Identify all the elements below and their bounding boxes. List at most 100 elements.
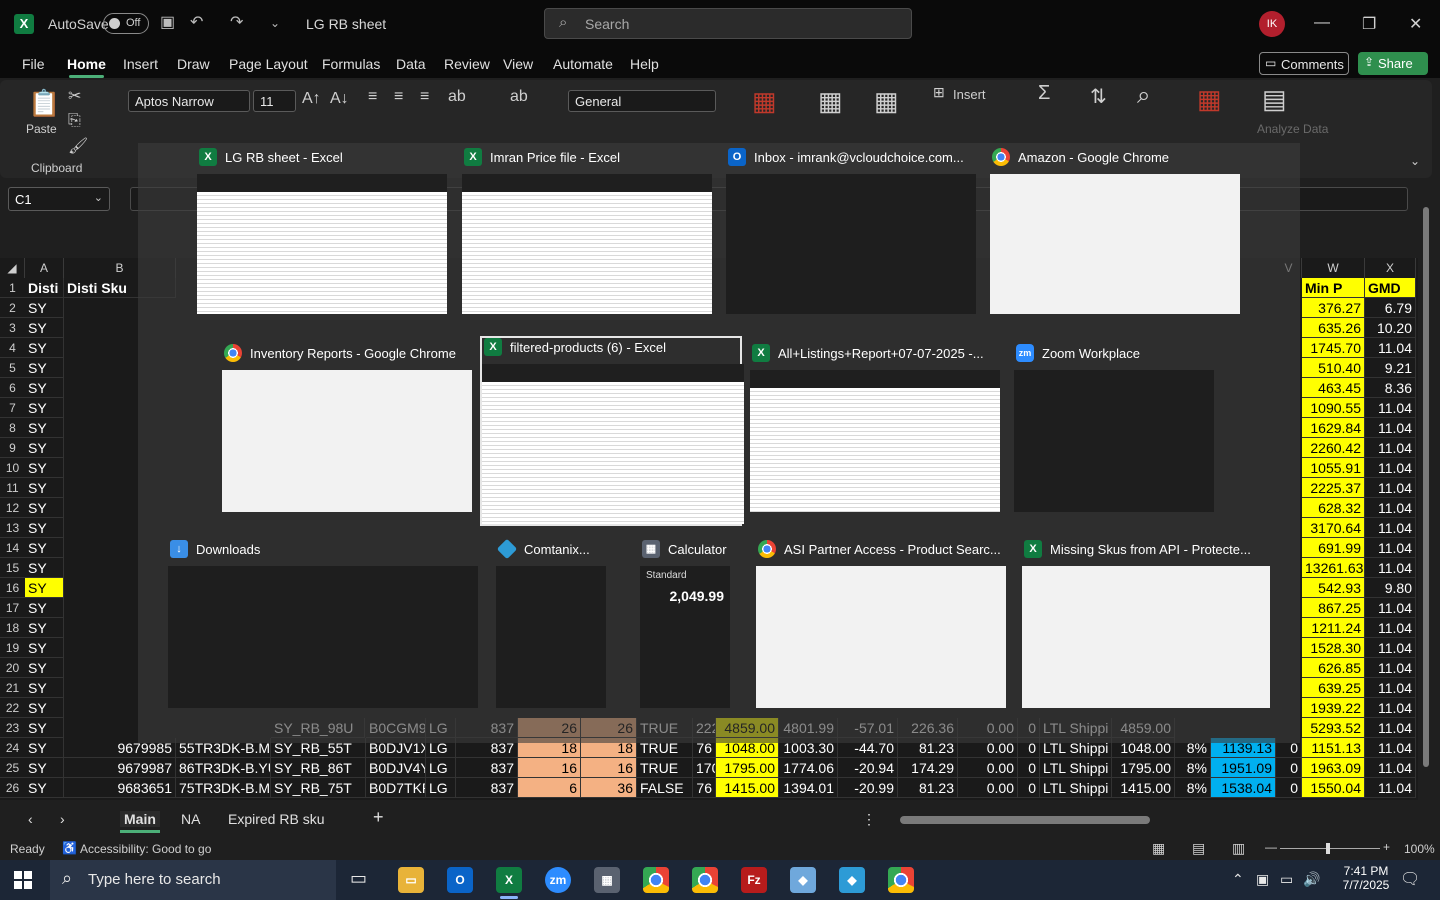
table-cell[interactable]: 1550.04 (1302, 778, 1365, 798)
name-box[interactable]: C1 ⌄ (8, 187, 110, 211)
table-cell[interactable]: 8% (1175, 778, 1211, 798)
table-cell[interactable]: 11.04 (1365, 478, 1416, 498)
task-view-window[interactable]: Inventory Reports - Google Chrome (222, 344, 472, 516)
table-cell[interactable]: 1055.91 (1302, 458, 1365, 478)
column-header-w[interactable]: W (1302, 258, 1365, 278)
taskbar-clock[interactable]: 7:41 PM 7/7/2025 (1336, 864, 1396, 892)
table-cell[interactable]: 628.32 (1302, 498, 1365, 518)
table-cell[interactable]: 1939.22 (1302, 698, 1365, 718)
analyze-data-icon[interactable]: ▤ (1262, 84, 1287, 115)
sheet-tab-expired[interactable]: Expired RB sku (228, 811, 324, 827)
table-cell[interactable]: 11.04 (1365, 758, 1416, 778)
row-header[interactable]: 13 (0, 518, 25, 538)
row-header[interactable]: 9 (0, 438, 25, 458)
tab-draw[interactable]: Draw (177, 56, 210, 72)
table-cell[interactable]: 9.80 (1365, 578, 1416, 598)
table-cell[interactable]: 1394.01 (779, 778, 838, 798)
table-cell[interactable]: 867.25 (1302, 598, 1365, 618)
tab-home[interactable]: Home (67, 56, 106, 78)
table-cell[interactable]: 16 (518, 758, 581, 778)
horizontal-scrollbar[interactable] (900, 816, 1150, 824)
app-icon[interactable]: ◆ (790, 867, 816, 893)
maximize-icon[interactable]: ❐ (1362, 14, 1376, 34)
table-cell[interactable]: 463.45 (1302, 378, 1365, 398)
table-cell[interactable]: LTL Shippi (1040, 758, 1112, 778)
format-as-table-icon[interactable]: ▦ (818, 86, 843, 117)
normal-view-icon[interactable]: ▦ (1152, 840, 1165, 857)
task-view-window[interactable]: zm Zoom Workplace (1014, 344, 1214, 516)
accessibility-status[interactable]: Accessibility: Good to go (80, 842, 211, 856)
row-header[interactable]: 20 (0, 658, 25, 678)
table-cell[interactable]: SY (25, 578, 64, 598)
table-cell[interactable]: 376.27 (1302, 298, 1365, 318)
table-cell[interactable]: 13261.63 (1302, 558, 1365, 578)
table-cell[interactable]: 1951.09 (1211, 758, 1276, 778)
prev-sheet-icon[interactable]: ‹ (28, 811, 33, 827)
header-cell[interactable]: Disti (25, 278, 64, 298)
gem-app-icon[interactable]: ◆ (839, 867, 865, 893)
insert-cells-icon[interactable]: ⊞ (933, 84, 945, 101)
row-header[interactable]: 11 (0, 478, 25, 498)
comments-button[interactable]: ▭ Comments (1259, 52, 1349, 75)
row-header[interactable]: 7 (0, 398, 25, 418)
row-header[interactable]: 8 (0, 418, 25, 438)
table-cell[interactable]: SY (25, 358, 64, 378)
table-cell[interactable]: SY (25, 558, 64, 578)
table-cell[interactable]: 1795.00 (716, 758, 779, 778)
table-cell[interactable]: 5293.52 (1302, 718, 1365, 738)
table-cell[interactable]: SY (25, 678, 64, 698)
table-cell[interactable]: SY (25, 378, 64, 398)
task-view-window[interactable]: ▦ Calculator Standard 2,049.99 (640, 540, 730, 712)
align-bottom-icon[interactable]: ≡ (420, 88, 429, 106)
task-view-window[interactable]: X All+Listings+Report+07-07-2025 -... (750, 344, 1000, 516)
align-middle-icon[interactable]: ≡ (394, 88, 403, 106)
table-cell[interactable]: 0 (1276, 778, 1302, 798)
table-cell[interactable]: 11.04 (1365, 458, 1416, 478)
table-cell[interactable]: 2260.42 (1302, 438, 1365, 458)
insert-label[interactable]: Insert (953, 87, 986, 102)
table-cell[interactable]: 11.04 (1365, 638, 1416, 658)
table-cell[interactable]: 1528.30 (1302, 638, 1365, 658)
task-view-window[interactable]: Comtanix... (496, 538, 606, 712)
row-header[interactable]: 21 (0, 678, 25, 698)
table-cell[interactable]: 11.04 (1365, 658, 1416, 678)
zoom-slider-thumb[interactable] (1326, 843, 1330, 854)
row-header[interactable]: 26 (0, 778, 25, 798)
font-name-select[interactable]: Aptos Narrow (128, 90, 250, 112)
task-view-window[interactable]: X Missing Skus from API - Protecte... (1022, 540, 1270, 712)
table-cell[interactable]: 1629.84 (1302, 418, 1365, 438)
table-cell[interactable]: 1151.13 (1302, 738, 1365, 758)
file-explorer-icon[interactable]: ▭ (398, 867, 424, 893)
sort-filter-icon[interactable]: ⇅ (1090, 84, 1107, 109)
zoom-slider[interactable] (1280, 848, 1380, 849)
collapse-ribbon-icon[interactable]: ⌄ (1410, 154, 1420, 168)
tab-file[interactable]: File (22, 56, 45, 72)
table-cell[interactable]: SY (25, 398, 64, 418)
table-cell[interactable]: 1090.55 (1302, 398, 1365, 418)
table-cell[interactable]: 0.00 (958, 778, 1018, 798)
zoom-level[interactable]: 100% (1404, 842, 1435, 856)
table-cell[interactable]: 6 (518, 778, 581, 798)
add-ins-icon[interactable]: ▦ (1197, 84, 1222, 115)
share-button[interactable]: ⇪ Share (1358, 52, 1428, 75)
table-cell[interactable]: 1211.24 (1302, 618, 1365, 638)
row-header[interactable]: 14 (0, 538, 25, 558)
table-cell[interactable]: 626.85 (1302, 658, 1365, 678)
page-break-view-icon[interactable]: ▥ (1232, 840, 1245, 857)
network-icon[interactable]: ▭ (1280, 871, 1293, 888)
table-cell[interactable]: SY (25, 778, 64, 798)
table-cell[interactable]: 1774.06 (779, 758, 838, 778)
table-cell[interactable]: SY_RB_75T (271, 778, 366, 798)
row-header[interactable]: 2 (0, 298, 25, 318)
find-select-icon[interactable]: ⌕ (1137, 82, 1150, 110)
task-view-window[interactable]: X Imran Price file - Excel (462, 148, 712, 318)
close-icon[interactable]: ✕ (1409, 14, 1422, 34)
table-cell[interactable]: 11.04 (1365, 558, 1416, 578)
table-cell[interactable]: -20.94 (838, 758, 898, 778)
cut-icon[interactable]: ✂ (68, 86, 81, 106)
conditional-formatting-icon[interactable]: ▦ (752, 86, 777, 117)
row-header[interactable]: 19 (0, 638, 25, 658)
table-cell[interactable]: 0 (1018, 778, 1040, 798)
table-cell[interactable]: 510.40 (1302, 358, 1365, 378)
table-cell[interactable]: 11.04 (1365, 598, 1416, 618)
